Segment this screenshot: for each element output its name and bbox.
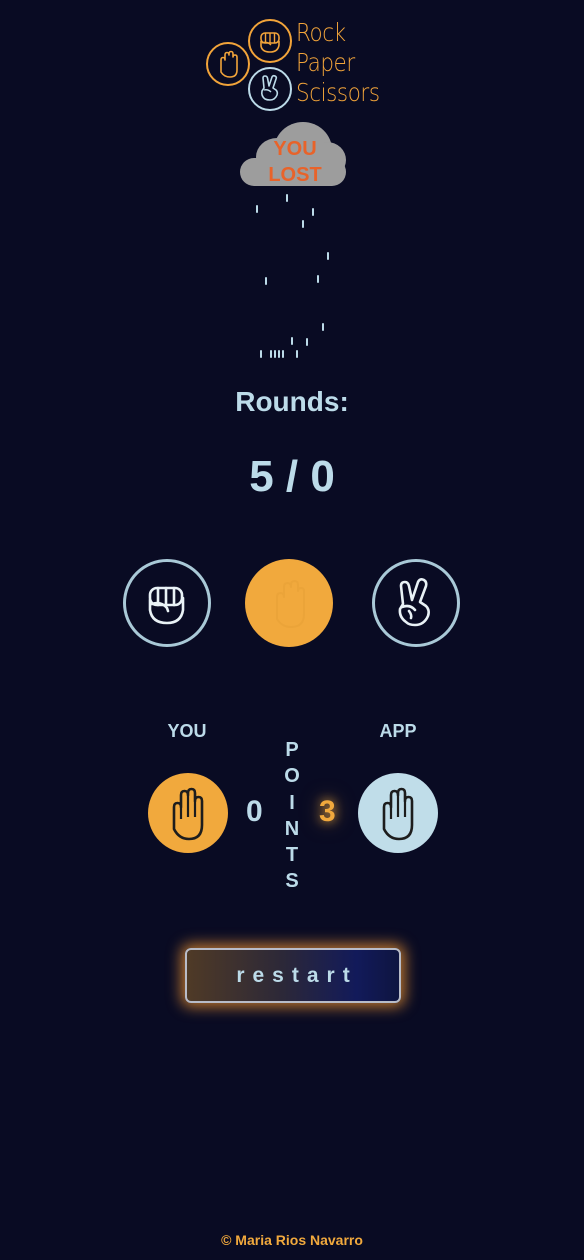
result-cloud: YOU LOST <box>238 122 348 190</box>
rock-choice-button[interactable] <box>123 559 211 647</box>
restart-button[interactable]: restart <box>185 948 401 1003</box>
points-letter: N <box>284 817 300 840</box>
logo-rock-icon <box>248 19 292 63</box>
app-logo: Rock Paper Scissors <box>206 18 386 113</box>
you-score: 0 <box>246 795 263 828</box>
app-hand-display <box>358 773 438 853</box>
logo-title: Rock Paper Scissors <box>296 18 380 108</box>
game-screen: Rock Paper Scissors YOU LOST Rounds: 5 /… <box>0 0 584 1260</box>
paper-choice-button[interactable] <box>245 559 333 647</box>
app-score: 3 <box>319 795 336 828</box>
result-message: YOU LOST <box>238 136 352 188</box>
points-letter: P <box>285 739 299 761</box>
logo-line-scissors: Scissors <box>296 78 380 107</box>
app-label: APP <box>379 721 417 741</box>
rounds-label: Rounds: <box>235 386 349 417</box>
peace-hand-icon <box>398 578 430 627</box>
footer-credit: © Maria Rios Navarro <box>221 1232 363 1248</box>
points-letter: O <box>284 765 300 788</box>
points-letter: T <box>285 844 299 867</box>
logo-scissors-icon <box>248 67 292 111</box>
logo-paper-icon <box>206 42 250 86</box>
rounds-counter: 5 / 0 <box>249 452 335 501</box>
points-letter: S <box>285 870 299 893</box>
you-label: YOU <box>167 721 207 741</box>
open-hand-icon <box>172 787 204 841</box>
logo-line-rock: Rock <box>296 18 346 47</box>
result-line-lost: LOST <box>268 164 322 186</box>
logo-line-paper: Paper <box>296 48 355 77</box>
open-hand-icon <box>276 580 305 628</box>
points-letter: I <box>289 791 295 814</box>
fist-icon <box>148 586 185 625</box>
points-label: P O I N T S <box>280 737 304 895</box>
scissors-choice-button[interactable] <box>372 559 460 647</box>
result-line-you: YOU <box>273 138 317 160</box>
open-hand-icon <box>382 787 414 841</box>
you-hand-display <box>148 773 228 853</box>
